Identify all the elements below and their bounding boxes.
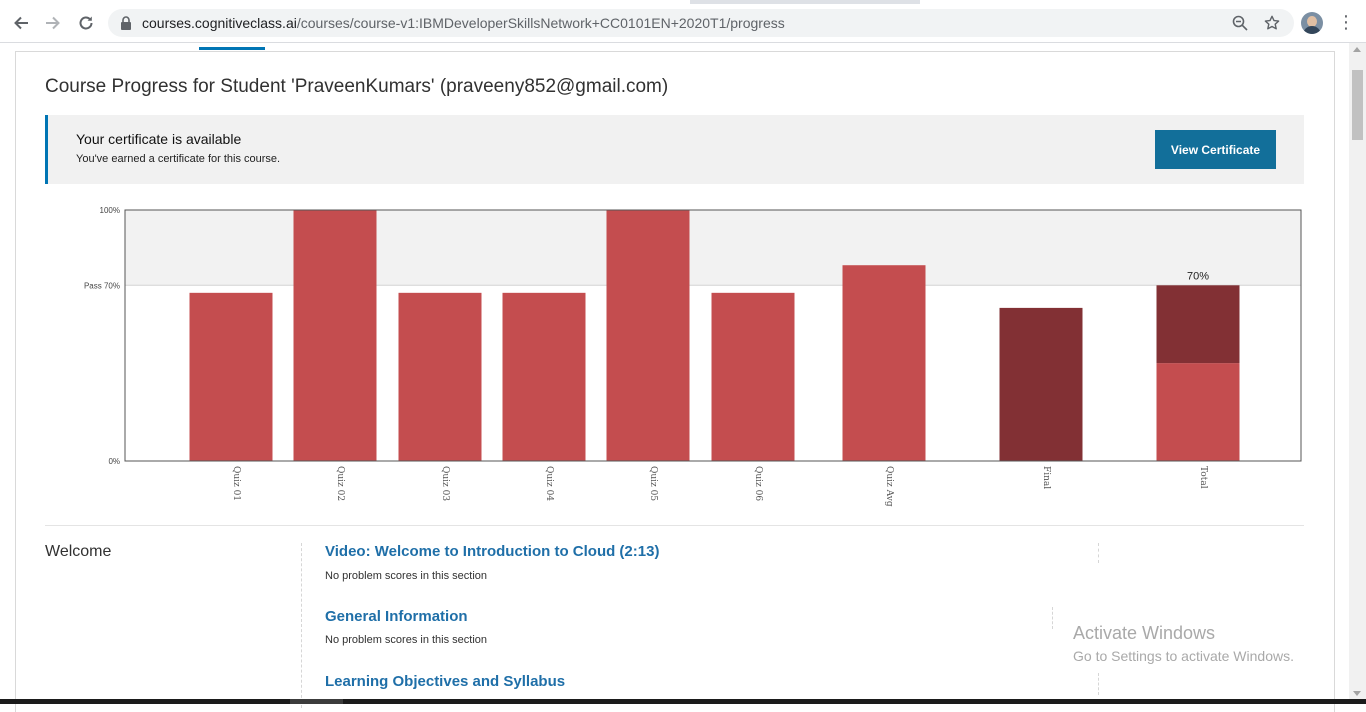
certificate-heading: Your certificate is available bbox=[76, 131, 242, 147]
section-link-learning-objectives[interactable]: Learning Objectives and Syllabus bbox=[325, 673, 565, 690]
url-path: /courses/course-v1:IBMDeveloperSkillsNet… bbox=[296, 15, 785, 31]
y-tick-label: Pass 70% bbox=[84, 281, 120, 290]
dashed-marker bbox=[1052, 607, 1053, 629]
dashed-marker bbox=[1098, 673, 1099, 695]
browser-toolbar: courses.cognitiveclass.ai/courses/course… bbox=[0, 4, 1366, 43]
x-tick-label: Quiz 03 bbox=[440, 466, 450, 501]
menu-icon[interactable]: ⋮ bbox=[1336, 12, 1356, 34]
section-link-welcome-video[interactable]: Video: Welcome to Introduction to Cloud … bbox=[325, 543, 659, 560]
url-host: courses.cognitiveclass.ai bbox=[142, 15, 297, 31]
url-text: courses.cognitiveclass.ai/courses/course… bbox=[142, 15, 785, 31]
chapter-title: Welcome bbox=[45, 543, 112, 560]
x-tick-label: Quiz 06 bbox=[753, 466, 763, 501]
back-arrow-icon[interactable] bbox=[8, 10, 34, 36]
star-icon[interactable] bbox=[1262, 13, 1282, 33]
view-certificate-button[interactable]: View Certificate bbox=[1155, 130, 1276, 169]
grade-chart: Quiz 01 Quiz 02 Quiz 03 Quiz 04 Quiz 05 Quiz … bbox=[45, 195, 1315, 515]
profile-avatar[interactable] bbox=[1301, 12, 1323, 34]
x-tick-label: Quiz 04 bbox=[544, 466, 554, 501]
y-tick-label: 100% bbox=[100, 206, 120, 215]
section-note: No problem scores in this section bbox=[325, 570, 488, 582]
reload-icon[interactable] bbox=[73, 10, 99, 36]
avatar-shoulders bbox=[1303, 26, 1321, 34]
x-tick-label: Quiz 02 bbox=[335, 466, 345, 501]
active-course-tab-indicator bbox=[199, 47, 265, 50]
bar-quiz-avg bbox=[842, 265, 926, 461]
zoom-icon[interactable] bbox=[1230, 13, 1250, 33]
taskbar-item[interactable] bbox=[290, 699, 343, 704]
dashed-marker bbox=[1098, 543, 1099, 563]
activate-windows-subtitle: Go to Settings to activate Windows. bbox=[1073, 648, 1294, 664]
scroll-down-arrow-icon[interactable] bbox=[1353, 691, 1361, 696]
page-scrollbar[interactable] bbox=[1349, 43, 1366, 704]
certificate-banner: Your certificate is available You've ear… bbox=[45, 115, 1304, 184]
section-note: No problem scores in this section bbox=[325, 634, 488, 646]
lock-icon bbox=[121, 16, 131, 30]
grade-chart-svg: Quiz 01 Quiz 02 Quiz 03 Quiz 04 Quiz 05 Quiz … bbox=[84, 206, 1302, 507]
bar-total-final-portion bbox=[1156, 285, 1240, 364]
y-tick-label: 0% bbox=[108, 457, 120, 466]
activate-windows-title: Activate Windows bbox=[1073, 623, 1216, 643]
total-label: 70% bbox=[1187, 270, 1209, 282]
bar-quiz-06 bbox=[711, 292, 795, 461]
page-title: Course Progress for Student 'PraveenKuma… bbox=[45, 76, 669, 97]
certificate-subtext: You've earned a certificate for this cou… bbox=[76, 153, 281, 165]
section-divider bbox=[45, 525, 1304, 526]
address-bar[interactable]: courses.cognitiveclass.ai/courses/course… bbox=[108, 9, 1294, 37]
x-tick-label: Quiz 05 bbox=[648, 466, 658, 501]
bar-quiz-05 bbox=[606, 210, 690, 461]
x-tick-label: Quiz Avg bbox=[884, 466, 894, 507]
bar-quiz-01 bbox=[189, 292, 273, 461]
bar-total-quiz-portion bbox=[1156, 363, 1240, 461]
bar-quiz-03 bbox=[398, 292, 482, 461]
os-taskbar bbox=[0, 699, 1366, 704]
x-tick-label: Quiz 01 bbox=[231, 466, 241, 501]
bar-quiz-04 bbox=[502, 292, 586, 461]
bar-final bbox=[999, 307, 1083, 461]
chapter-separator bbox=[301, 543, 302, 708]
scroll-thumb[interactable] bbox=[1352, 70, 1363, 140]
section-link-general-information[interactable]: General Information bbox=[325, 608, 468, 625]
x-tick-label: Final bbox=[1041, 466, 1051, 489]
scroll-up-arrow-icon[interactable] bbox=[1353, 47, 1361, 52]
bar-quiz-02 bbox=[293, 210, 377, 461]
x-tick-label: Total bbox=[1198, 466, 1208, 489]
forward-arrow-icon[interactable] bbox=[40, 10, 66, 36]
